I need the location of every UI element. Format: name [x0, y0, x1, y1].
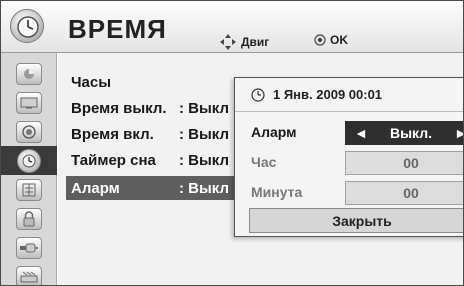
clock-icon — [17, 148, 41, 173]
sidebar-item-picture[interactable] — [1, 59, 57, 88]
sidebar-item-option[interactable] — [1, 175, 57, 204]
usb-icon — [16, 265, 42, 285]
ok-hint: OK — [314, 33, 348, 47]
sidebar-item-audio[interactable] — [1, 117, 57, 146]
screen-icon — [16, 91, 42, 114]
alarm-popup: 1 Янв. 2009 00:01 Аларм ◄ Выкл. ► Час 00… — [234, 77, 463, 237]
navigate-arrows-icon — [220, 34, 236, 50]
input-icon — [16, 236, 42, 259]
page-title: ВРЕМЯ — [68, 14, 167, 44]
left-arrow-icon[interactable]: ◄ — [354, 125, 368, 141]
lock-icon — [16, 207, 42, 230]
option-icon — [16, 178, 42, 201]
popup-header: 1 Янв. 2009 00:01 — [235, 78, 463, 112]
menu-item-value: : Выкл — [179, 125, 230, 143]
tv-menu-screen: ВРЕМЯ Двиг OK Часы Время выкл.: Выкл Вр… — [0, 0, 464, 286]
minute-row: Минута 00 — [235, 180, 463, 206]
hour-row: Час 00 — [235, 150, 463, 176]
close-button[interactable]: Закрыть — [249, 208, 463, 233]
menu-item-value: : Выкл — [179, 151, 230, 169]
ok-hint-label: OK — [330, 33, 348, 47]
menu-item-label: Таймер сна — [71, 151, 156, 169]
menu-item-on-time[interactable]: Время вкл. : Выкл — [71, 122, 229, 146]
clock-icon — [10, 9, 44, 43]
menu-item-label: Время вкл. — [71, 125, 154, 143]
menu-item-sleep-timer[interactable]: Таймер сна : Выкл — [71, 148, 229, 172]
hour-label: Час — [251, 154, 277, 170]
category-sidebar — [1, 53, 57, 285]
move-hint-label: Двиг — [241, 35, 270, 49]
menu-item-label: Время выкл. — [71, 99, 167, 117]
alarm-value: Выкл. — [389, 125, 433, 141]
sidebar-item-screen[interactable] — [1, 88, 57, 117]
speaker-icon — [16, 120, 42, 143]
minute-label: Минута — [251, 184, 303, 200]
menu-header: ВРЕМЯ Двиг OK — [1, 1, 463, 53]
menu-item-off-time[interactable]: Время выкл. : Выкл — [71, 96, 229, 120]
time-settings-panel: Часы Время выкл. : Выкл Время вкл. : Вык… — [58, 53, 463, 285]
menu-item-value: : Выкл — [179, 99, 230, 117]
alarm-toggle-row: Аларм ◄ Выкл. ► — [235, 120, 463, 146]
sidebar-item-lock[interactable] — [1, 204, 57, 233]
move-hint: Двиг — [219, 33, 269, 51]
minute-field[interactable]: 00 — [345, 181, 463, 205]
hour-field[interactable]: 00 — [345, 151, 463, 175]
current-datetime: 1 Янв. 2009 00:01 — [273, 87, 383, 102]
menu-item-label: Часы — [71, 73, 112, 91]
menu-item-clock[interactable]: Часы — [71, 70, 179, 94]
menu-item-label: Аларм — [71, 179, 120, 197]
picture-icon — [16, 62, 42, 85]
ok-button-icon — [314, 34, 326, 46]
sidebar-item-usb[interactable] — [1, 262, 57, 285]
alarm-label: Аларм — [251, 124, 297, 140]
alarm-selector[interactable]: ◄ Выкл. ► — [345, 121, 463, 145]
sidebar-item-time[interactable] — [1, 146, 57, 175]
menu-item-value: : Выкл — [179, 179, 230, 197]
sidebar-item-input[interactable] — [1, 233, 57, 262]
right-arrow-icon[interactable]: ► — [454, 125, 463, 141]
clock-icon — [251, 87, 265, 102]
